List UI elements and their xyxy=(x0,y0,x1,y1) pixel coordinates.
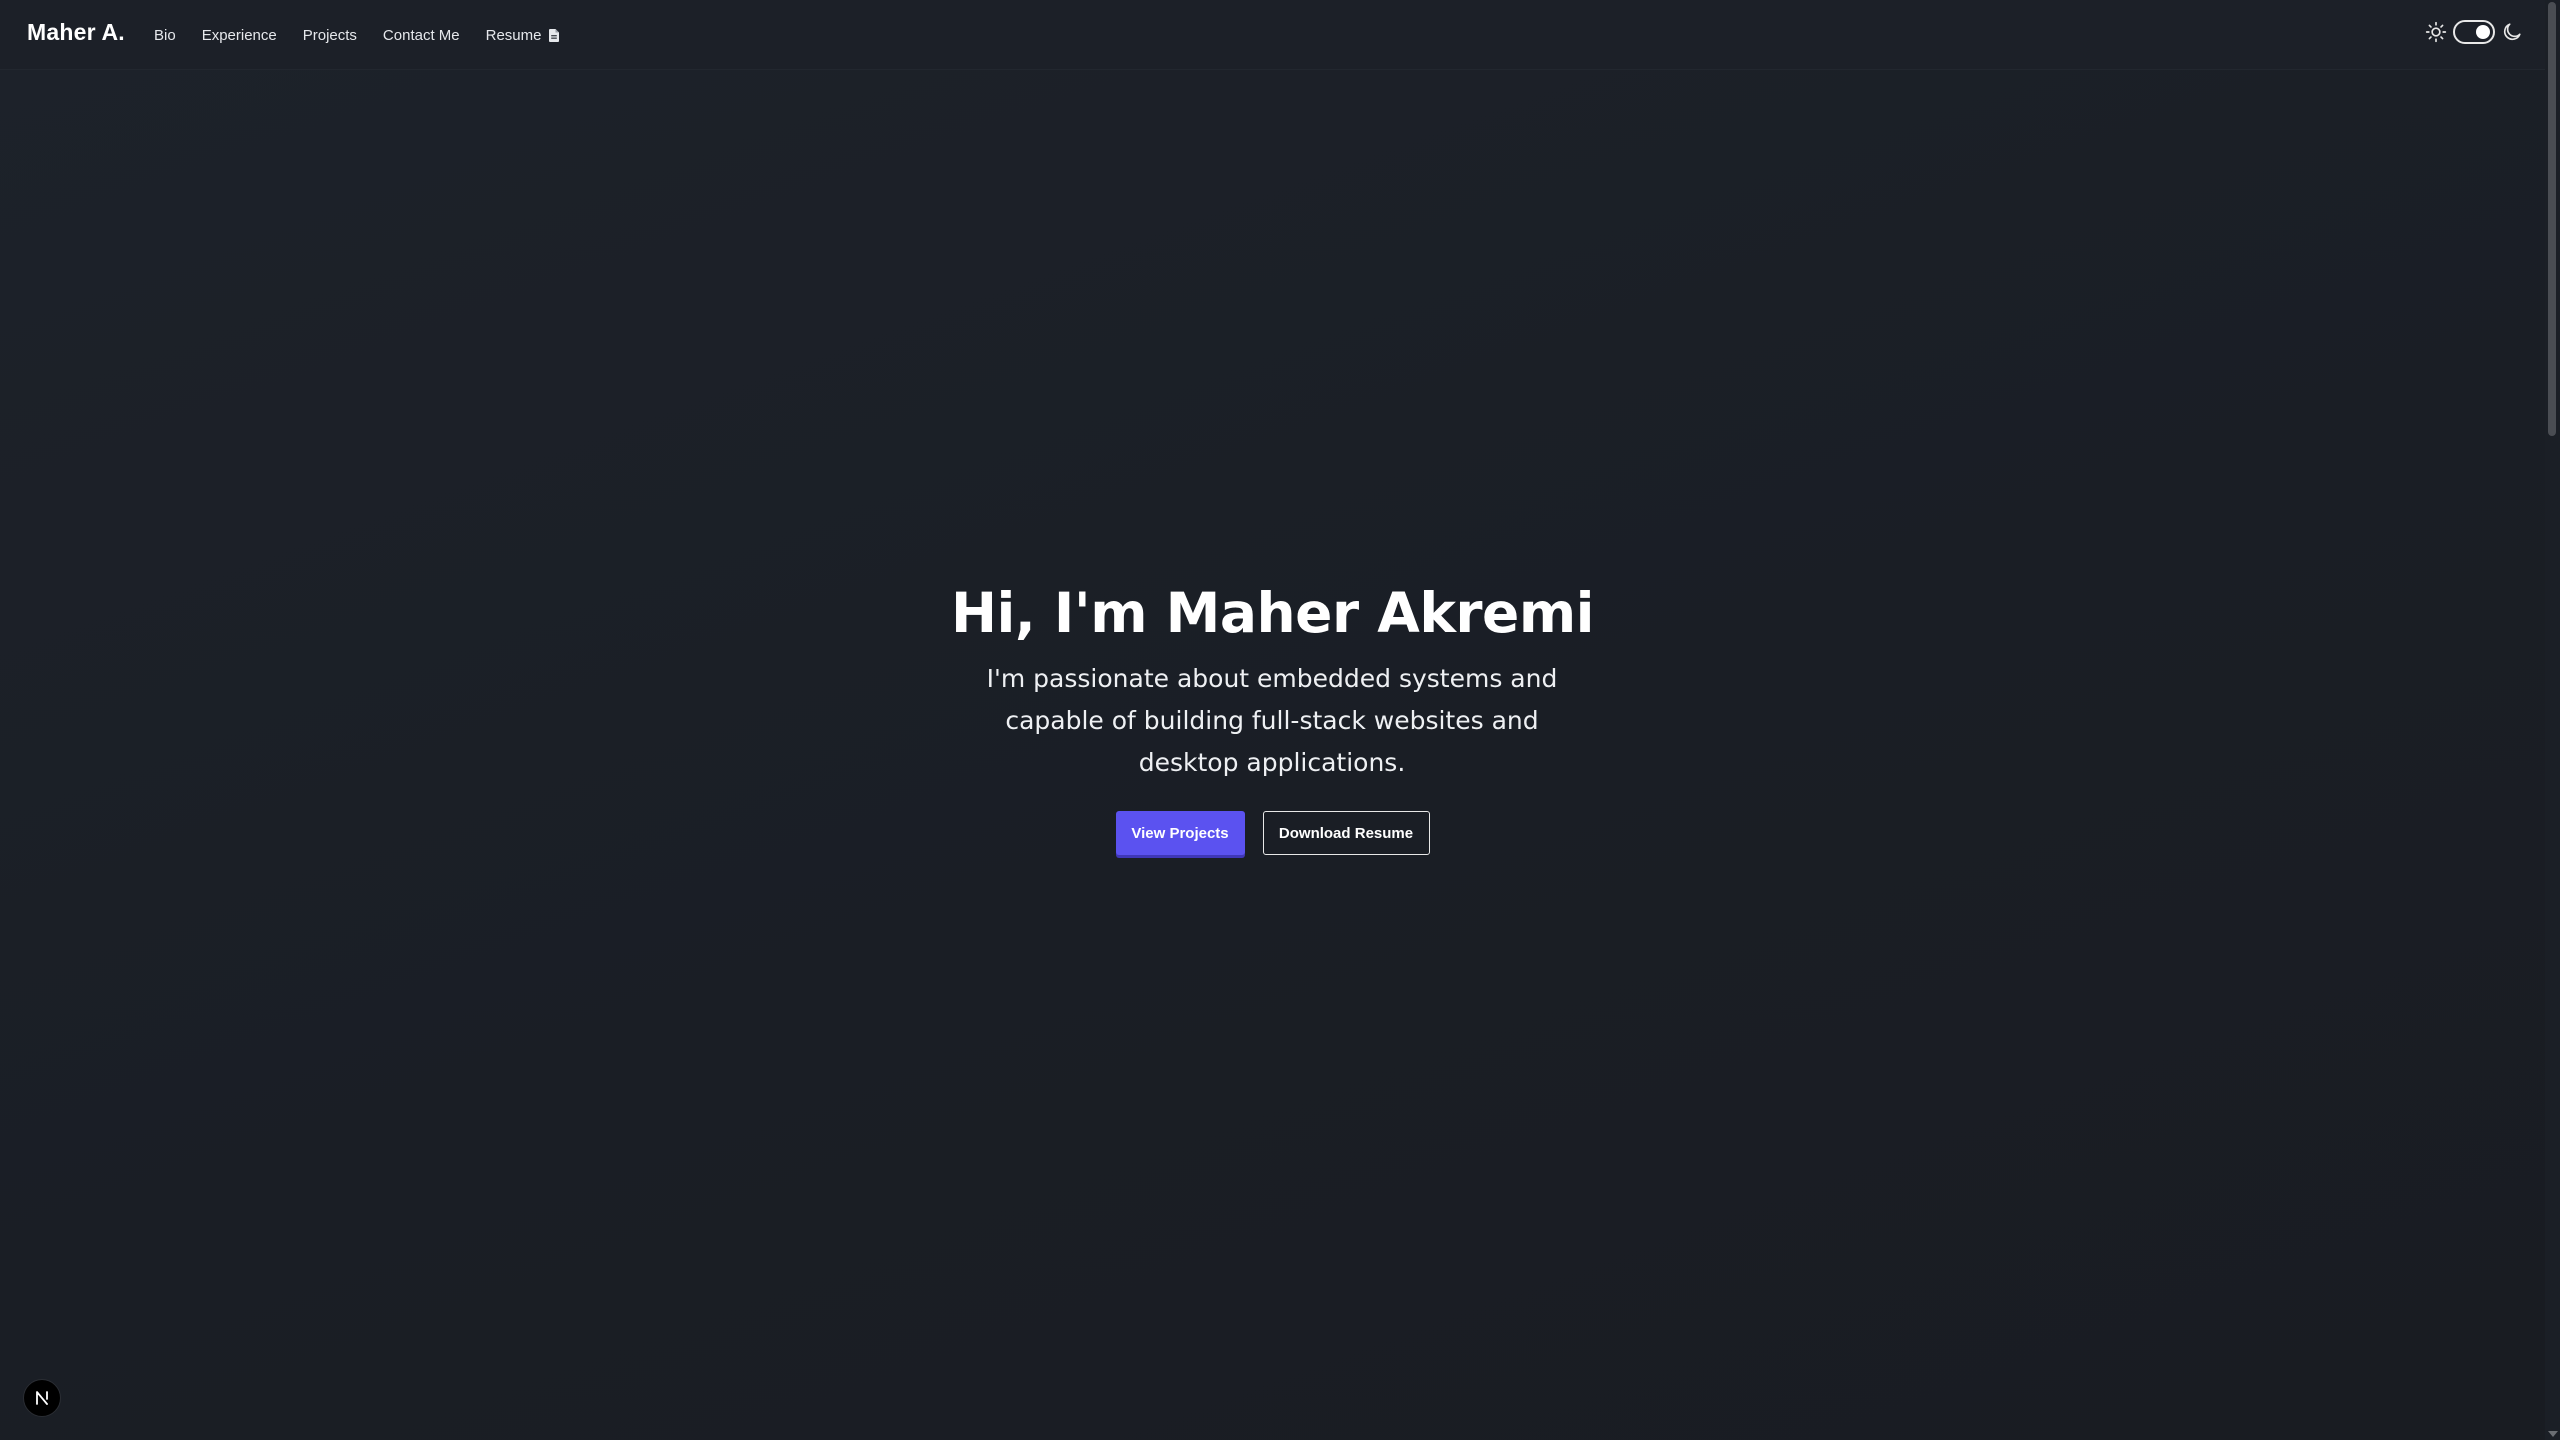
vertical-scrollbar[interactable] xyxy=(2545,0,2560,1440)
brand-logo[interactable]: Maher A. xyxy=(27,19,125,46)
nextjs-n-icon xyxy=(36,1391,48,1405)
scroll-down-arrow-icon[interactable] xyxy=(2548,1431,2558,1437)
nav-item-label: Resume xyxy=(485,27,542,44)
moon-icon[interactable] xyxy=(2501,21,2523,43)
download-resume-button[interactable]: Download Resume xyxy=(1262,811,1430,855)
nextjs-dev-badge[interactable] xyxy=(23,1379,61,1417)
theme-toggle[interactable] xyxy=(2453,20,2495,44)
nav-item-experience[interactable]: Experience xyxy=(202,27,277,44)
nav-item-label: Bio xyxy=(154,27,176,44)
nav-item-resume[interactable]: Resume xyxy=(486,27,560,44)
nav-item-contact[interactable]: Contact Me xyxy=(383,27,460,44)
navbar: Maher A. Bio Experience Projects Contact… xyxy=(0,0,2545,70)
hero-actions: View Projects Download Resume xyxy=(0,811,2545,855)
sun-icon[interactable] xyxy=(2425,21,2447,43)
file-icon xyxy=(549,29,560,42)
nav-item-label: Experience xyxy=(201,27,277,44)
hero-subtitle: I'm passionate about embedded systems an… xyxy=(986,664,1558,777)
nav-links: Bio Experience Projects Contact Me Resum… xyxy=(154,27,560,44)
nav-item-label: Contact Me xyxy=(382,27,460,44)
toggle-knob xyxy=(2476,25,2490,39)
theme-switch xyxy=(2425,20,2523,44)
nav-item-projects[interactable]: Projects xyxy=(303,27,357,44)
scrollbar-thumb[interactable] xyxy=(2548,2,2556,436)
nav-item-label: Projects xyxy=(302,27,357,44)
view-projects-button[interactable]: View Projects xyxy=(1115,811,1245,855)
hero-title: Hi, I'm Maher Akremi xyxy=(951,581,1595,645)
nav-item-bio[interactable]: Bio xyxy=(154,27,176,44)
page: Hi, I'm Maher Akremi I'm passionate abou… xyxy=(0,0,2560,1440)
hero-section: Hi, I'm Maher Akremi I'm passionate abou… xyxy=(0,0,2545,1440)
